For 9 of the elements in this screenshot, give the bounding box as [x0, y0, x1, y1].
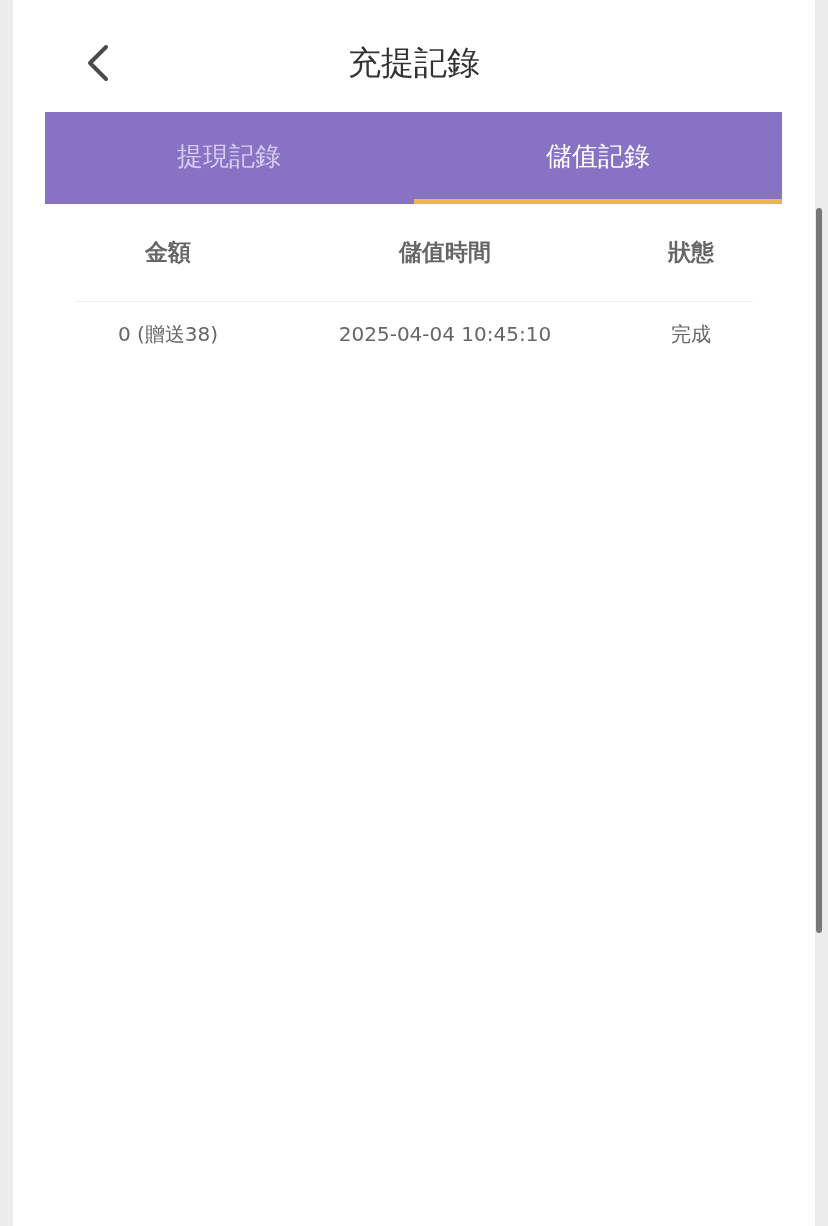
tab[interactable]: 提現記錄	[45, 112, 414, 204]
tab[interactable]: 儲值記錄	[413, 112, 782, 204]
table-cell-text: 2025-04-04 10:45:10	[337, 322, 553, 346]
table-cell-text: 0 (贈送38)	[116, 320, 220, 348]
column-header: 狀態	[666, 238, 715, 267]
column-header: 金額	[144, 238, 192, 267]
page-title: 充提記錄	[348, 41, 480, 84]
table-cell-text: 完成	[670, 320, 712, 348]
column-header: 儲值時間	[397, 238, 492, 267]
